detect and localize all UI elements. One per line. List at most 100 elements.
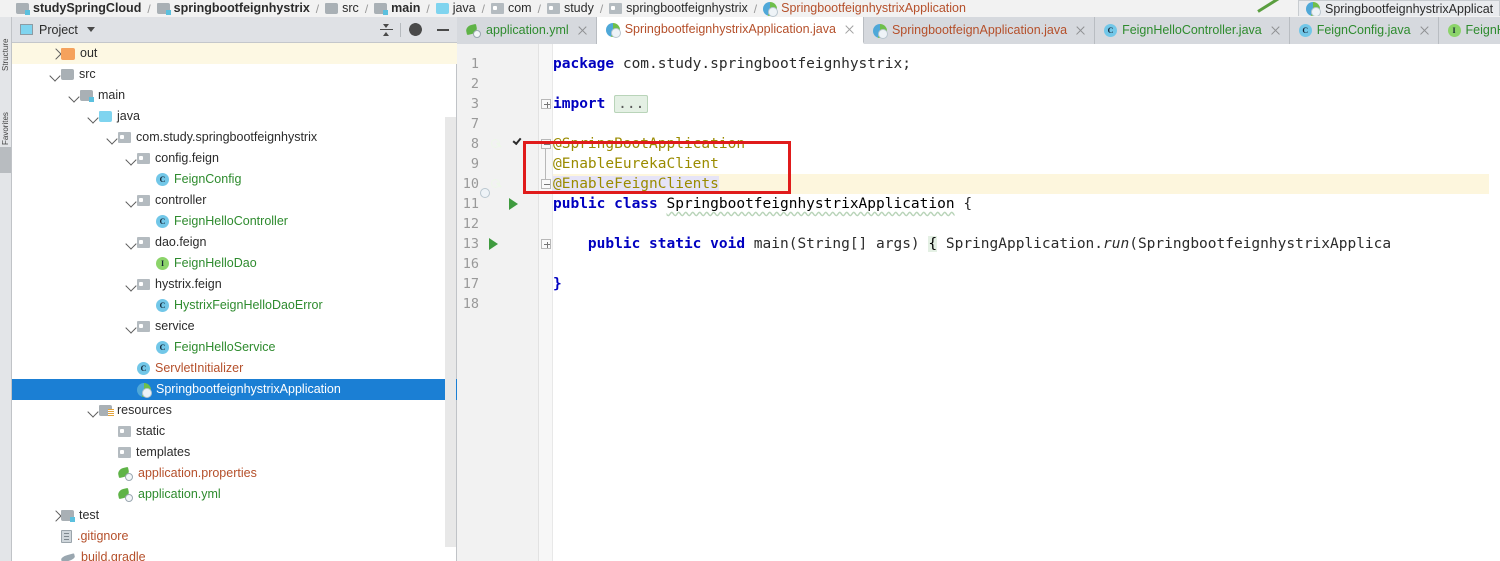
project-tree[interactable]: out src main java com.study.springbootfeignh… (12, 43, 457, 561)
code-editor[interactable]: 1 2 3 7 8 9 10 11 12 13 16 17 18 package com.study.s… (457, 44, 1500, 561)
tree-item-static[interactable]: static (12, 421, 457, 442)
tool-window-strip: Structure Favorites (0, 17, 12, 561)
tree-item-feignconfig[interactable]: C FeignConfig (12, 169, 457, 190)
close-icon[interactable] (844, 24, 855, 35)
project-panel-title[interactable]: Project (20, 23, 95, 37)
tree-item-feignhelloservice[interactable]: C FeignHelloService (12, 337, 457, 358)
tree-item-build-gradle[interactable]: build.gradle (12, 547, 457, 561)
strip-tab-structure[interactable]: Structure (1, 19, 11, 71)
breadcrumb-item-study[interactable]: study (545, 0, 596, 17)
gutter-line-17[interactable]: 17 (457, 274, 539, 294)
code-text[interactable]: package com.study.springbootfeignhystrix… (553, 44, 1500, 561)
gutter-line-2[interactable]: 2 (457, 74, 539, 94)
editor-tab-feignconfig-java[interactable]: C FeignConfig.java (1290, 17, 1439, 44)
tree-item-application-properties[interactable]: application.properties (12, 463, 457, 484)
editor-gutter[interactable]: 1 2 3 7 8 9 10 11 12 13 16 17 18 (457, 44, 539, 561)
tree-item-application-yml[interactable]: application.yml (12, 484, 457, 505)
gutter-line-13[interactable]: 13 (457, 234, 539, 254)
settings-button[interactable] (401, 18, 429, 42)
gutter-line-1[interactable]: 1 (457, 54, 539, 74)
chevron-down-icon[interactable] (67, 89, 80, 102)
gutter-line-9[interactable]: 9 (457, 154, 539, 174)
editor-tab-application-yml[interactable]: application.yml (457, 17, 597, 44)
strip-tab-favorites[interactable]: Favorites (1, 105, 11, 145)
tree-item-resources[interactable]: resources (12, 400, 457, 421)
tree-item-templates[interactable]: templates (12, 442, 457, 463)
close-icon[interactable] (1270, 25, 1281, 36)
code-line-9: @EnableEurekaClient (553, 154, 719, 174)
tree-item-test[interactable]: test (12, 505, 457, 526)
gutter-line-3[interactable]: 3 (457, 94, 539, 114)
editor-scrollbar[interactable] (1489, 44, 1500, 561)
breadcrumb-item-springbootfeignhystrix[interactable]: springbootfeignhystrix (155, 0, 312, 17)
fold-collapse-icon[interactable] (541, 139, 551, 149)
chevron-down-icon[interactable] (105, 131, 118, 144)
chevron-right-icon[interactable] (48, 509, 61, 522)
gutter-line-16[interactable]: 16 (457, 254, 539, 274)
tree-item-service[interactable]: service (12, 316, 457, 337)
chevron-down-icon[interactable] (124, 152, 137, 165)
breadcrumb-item-class[interactable]: SpringbootfeignhystrixApplication (761, 0, 968, 17)
run-icon[interactable] (489, 237, 504, 252)
tree-item-java[interactable]: java (12, 106, 457, 127)
fold-expand-icon[interactable] (541, 239, 551, 249)
class-icon: C (156, 341, 169, 354)
gutter-line-12[interactable]: 12 (457, 214, 539, 234)
breadcrumb-item-studyspringcloud[interactable]: studySpringCloud (14, 0, 143, 17)
tree-item-hystrix-feign[interactable]: hystrix.feign (12, 274, 457, 295)
chevron-down-icon[interactable] (86, 110, 99, 123)
breadcrumb-item-src[interactable]: src (323, 0, 361, 17)
close-icon[interactable] (577, 25, 588, 36)
run-icon[interactable] (509, 197, 524, 212)
editor-tab-springbootfeignhystrixapplication-java[interactable]: SpringbootfeignhystrixApplication.java (596, 17, 864, 44)
tree-item-label: ServletInitializer (155, 361, 244, 375)
code-token: main(String[] args) (753, 236, 929, 252)
tree-item-hystrixfeignhellodaoerror[interactable]: C HystrixFeignHelloDaoError (12, 295, 457, 316)
tree-item-src[interactable]: src (12, 64, 457, 85)
gutter-line-18[interactable]: 18 (457, 294, 539, 314)
chevron-right-icon[interactable] (48, 47, 61, 60)
tree-item-config-feign[interactable]: config.feign (12, 148, 457, 169)
breadcrumb-right-chip[interactable]: SpringbootfeignhystrixApplicat (1298, 0, 1500, 16)
chevron-down-icon[interactable] (124, 236, 137, 249)
collapse-all-button[interactable] (372, 18, 400, 42)
gutter-line-11[interactable]: 11 (457, 194, 539, 214)
chevron-down-icon[interactable] (48, 68, 61, 81)
close-icon[interactable] (1419, 25, 1430, 36)
breadcrumb-label: springbootfeignhystrix (173, 1, 310, 15)
tree-item-springbootfeignhystrixapplication[interactable]: SpringbootfeignhystrixApplication (12, 379, 457, 400)
editor-tab-feignh[interactable]: I FeignH (1439, 17, 1500, 44)
chevron-down-icon[interactable] (124, 194, 137, 207)
editor-tab-bar[interactable]: application.yml SpringbootfeignhystrixApp… (457, 17, 1500, 44)
gutter-line-8[interactable]: 8 (457, 134, 539, 154)
editor-tab-springbootfeignapplication-java[interactable]: SpringbootfeignApplication.java (864, 17, 1096, 44)
tree-item-out[interactable]: out (12, 43, 457, 64)
breadcrumb-item-main[interactable]: main (372, 0, 422, 17)
chevron-down-icon[interactable] (86, 404, 99, 417)
tree-item-servletinitializer[interactable]: C ServletInitializer (12, 358, 457, 379)
breadcrumb-item-java[interactable]: java (434, 0, 478, 17)
tree-item-main[interactable]: main (12, 85, 457, 106)
chevron-down-icon[interactable] (124, 278, 137, 291)
tree-item-feignhellodao[interactable]: I FeignHelloDao (12, 253, 457, 274)
chevron-down-icon[interactable] (124, 320, 137, 333)
breadcrumb-item-com[interactable]: com (489, 0, 534, 17)
tree-item-com-study-springbootfeignhystrix[interactable]: com.study.springbootfeignhystrix (12, 127, 457, 148)
springboot-class-icon (872, 23, 888, 39)
chevron-down-icon[interactable] (86, 27, 95, 32)
breadcrumb-item-package[interactable]: springbootfeignhystrix (607, 0, 750, 17)
editor-tab-feignhellocontroller-java[interactable]: C FeignHelloController.java (1095, 17, 1290, 44)
line-number: 3 (470, 96, 479, 112)
tree-item-gitignore[interactable]: .gitignore (12, 526, 457, 547)
fold-collapse-icon[interactable] (541, 179, 551, 189)
gutter-line-10[interactable]: 10 (457, 174, 539, 194)
gitignore-icon (61, 530, 72, 543)
gutter-line-7[interactable]: 7 (457, 114, 539, 134)
tree-item-feignhellocontroller[interactable]: C FeignHelloController (12, 211, 457, 232)
tree-item-controller[interactable]: controller (12, 190, 457, 211)
editor-fold-column[interactable] (539, 44, 553, 561)
hide-panel-button[interactable] (429, 18, 457, 42)
close-icon[interactable] (1075, 25, 1086, 36)
fold-expand-icon[interactable] (541, 99, 551, 109)
tree-item-dao-feign[interactable]: dao.feign (12, 232, 457, 253)
